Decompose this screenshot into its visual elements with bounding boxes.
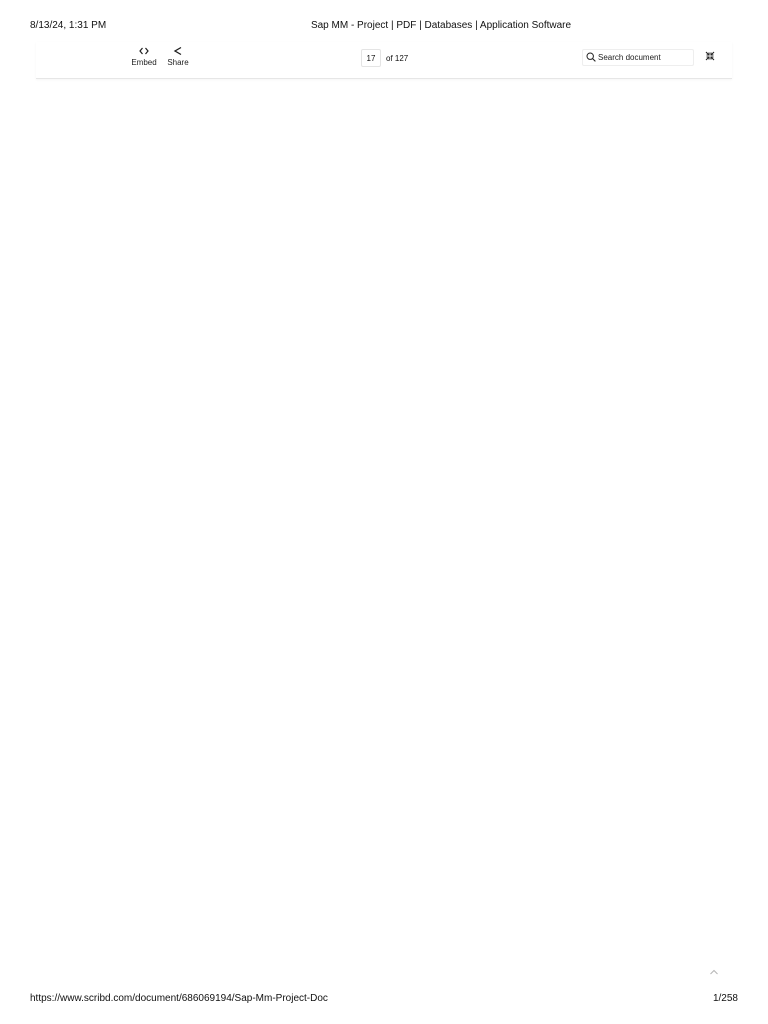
share-button[interactable]: Share bbox=[161, 44, 195, 67]
print-url: https://www.scribd.com/document/68606919… bbox=[30, 993, 328, 1004]
embed-button[interactable]: Embed bbox=[127, 44, 161, 67]
page-navigator: of 127 bbox=[361, 49, 409, 67]
share-icon bbox=[161, 44, 195, 58]
print-footer: https://www.scribd.com/document/68606919… bbox=[0, 992, 768, 1006]
page-number-input[interactable] bbox=[361, 49, 381, 67]
collapse-arrows-icon bbox=[705, 48, 715, 66]
collapse-button[interactable] bbox=[702, 49, 718, 65]
search-box[interactable] bbox=[582, 49, 694, 66]
share-label: Share bbox=[167, 58, 189, 67]
code-brackets-icon bbox=[127, 44, 161, 58]
chevron-up-icon bbox=[709, 962, 719, 980]
print-header: 8/13/24, 1:31 PM Sap MM - Project | PDF … bbox=[0, 18, 768, 34]
search-icon bbox=[586, 49, 596, 67]
search-input[interactable] bbox=[596, 53, 694, 62]
print-title: Sap MM - Project | PDF | Databases | App… bbox=[310, 20, 572, 31]
print-page-indicator: 1/258 bbox=[712, 993, 738, 1004]
embed-label: Embed bbox=[131, 58, 157, 67]
document-toolbar: Embed Share of 127 bbox=[36, 42, 732, 79]
page-total-label: of 127 bbox=[386, 53, 409, 63]
scroll-to-top-button[interactable] bbox=[707, 964, 721, 978]
